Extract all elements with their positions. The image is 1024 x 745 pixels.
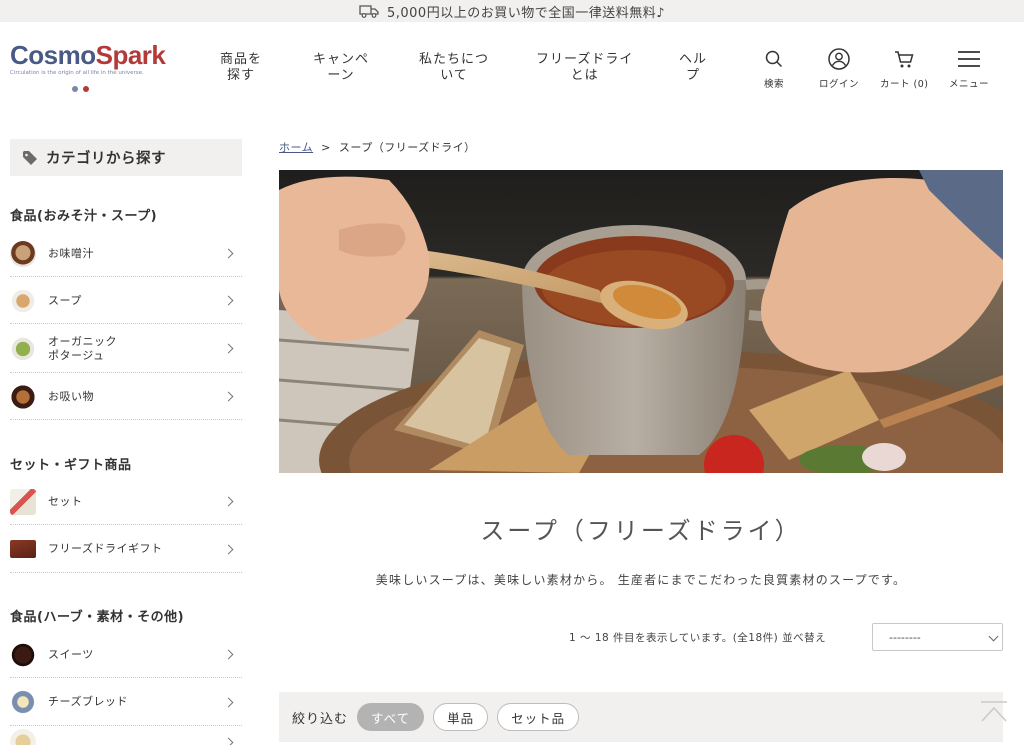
nav-freeze-dry[interactable]: フリーズドライ とは bbox=[536, 52, 633, 84]
menu-button[interactable]: メニュー bbox=[949, 48, 989, 90]
chevron-up-icon bbox=[981, 701, 1007, 722]
cheese-bread-thumbnail bbox=[10, 689, 36, 715]
chevron-right-icon bbox=[223, 544, 234, 554]
sidebar-item-next[interactable] bbox=[10, 727, 242, 745]
filter-bar: 絞り込む すべて 単品 セット品 bbox=[279, 692, 1003, 742]
sidebar-item-freeze-dry-gift[interactable]: フリーズドライギフト bbox=[10, 526, 242, 573]
sidebar-item-clear-soup[interactable]: お吸い物 bbox=[10, 374, 242, 420]
chevron-right-icon bbox=[223, 391, 234, 402]
user-icon bbox=[828, 48, 850, 70]
chevron-right-icon bbox=[223, 496, 234, 507]
nav-products[interactable]: 商品を 探す bbox=[220, 52, 262, 84]
sweets-thumbnail bbox=[10, 641, 36, 668]
result-count-and-sort-label: 1 ～ 18 件目を表示しています。(全18件) 並べ替え bbox=[569, 632, 827, 644]
category-description: 美味しいスープは、美味しい素材から。 生産者にまでこだわった良質素材のスープです… bbox=[375, 573, 907, 587]
tag-icon bbox=[23, 150, 37, 165]
category-sidebar: カテゴリから探す 食品(おみそ汁・スープ) お味噌汁 スープ オーガニック ポター… bbox=[10, 139, 242, 745]
chevron-right-icon bbox=[223, 343, 234, 354]
site-logo[interactable]: CosmoSpark Circulation is the origin of … bbox=[10, 40, 166, 92]
set-thumbnail bbox=[10, 488, 36, 515]
logo-dots bbox=[72, 86, 160, 92]
category-heading: カテゴリから探す bbox=[10, 139, 242, 176]
hero-soup-photo bbox=[279, 170, 1003, 473]
filter-set-button[interactable]: セット品 bbox=[497, 703, 580, 731]
chevron-right-icon bbox=[223, 697, 234, 707]
truck-icon bbox=[359, 3, 379, 19]
nav-help[interactable]: ヘルプ bbox=[679, 52, 707, 84]
chevron-right-icon bbox=[223, 737, 234, 745]
item-thumbnail bbox=[10, 729, 36, 745]
main-content: ホーム > スープ（フリーズドライ） スープ（フリーズドライ） 美味しいスープは… bbox=[279, 139, 1003, 742]
category-group-title: 食品(ハーブ・素材・その他) bbox=[10, 610, 185, 625]
gift-box-thumbnail bbox=[10, 540, 36, 558]
hamburger-icon bbox=[958, 51, 980, 67]
page-title: スープ（フリーズドライ） bbox=[480, 517, 802, 545]
chevron-right-icon bbox=[223, 248, 234, 259]
chevron-down-icon bbox=[988, 631, 999, 642]
category-group-title: 食品(おみそ汁・スープ) bbox=[10, 209, 158, 224]
search-button[interactable]: 検索 bbox=[763, 48, 785, 90]
logo-tagline: Circulation is the origin of all life in… bbox=[10, 70, 144, 76]
site-header: CosmoSpark Circulation is the origin of … bbox=[0, 22, 1024, 117]
breadcrumb: ホーム > スープ（フリーズドライ） bbox=[279, 141, 476, 154]
free-shipping-banner: 5,000円以上のお買い物で全国一律送料無料♪ bbox=[0, 0, 1024, 22]
miso-soup-thumbnail bbox=[10, 240, 36, 267]
filter-all-button[interactable]: すべて bbox=[357, 703, 425, 731]
cart-icon bbox=[895, 51, 914, 68]
sidebar-item-organic-potage[interactable]: オーガニック ポタージュ bbox=[10, 325, 242, 373]
login-button[interactable]: ログイン bbox=[819, 48, 859, 90]
back-to-top-button[interactable] bbox=[979, 700, 1009, 724]
breadcrumb-home-link[interactable]: ホーム bbox=[279, 141, 313, 154]
breadcrumb-current: スープ（フリーズドライ） bbox=[338, 141, 476, 154]
search-icon bbox=[765, 50, 783, 68]
filter-label: 絞り込む bbox=[292, 711, 349, 727]
sidebar-item-set[interactable]: セット bbox=[10, 479, 242, 525]
nav-campaign[interactable]: キャンペ ーン bbox=[313, 52, 369, 84]
potage-thumbnail bbox=[10, 335, 36, 362]
nav-about-us[interactable]: 私たちにつ いて bbox=[419, 52, 489, 84]
sidebar-item-cheese-bread[interactable]: チーズブレッド bbox=[10, 679, 242, 726]
chevron-right-icon bbox=[223, 295, 234, 306]
cart-button[interactable]: カート (0) bbox=[880, 48, 928, 90]
clear-soup-thumbnail bbox=[10, 383, 36, 410]
sidebar-item-sweets[interactable]: スイーツ bbox=[10, 632, 242, 678]
sidebar-item-soup[interactable]: スープ bbox=[10, 278, 242, 324]
chevron-right-icon bbox=[223, 649, 234, 660]
free-shipping-text: 5,000円以上のお買い物で全国一律送料無料♪ bbox=[386, 5, 665, 21]
sidebar-item-miso-soup[interactable]: お味噌汁 bbox=[10, 231, 242, 277]
soup-thumbnail bbox=[10, 287, 36, 314]
category-group-title: セット・ギフト商品 bbox=[10, 458, 132, 473]
sort-select[interactable]: -------- bbox=[872, 623, 1003, 651]
filter-single-button[interactable]: 単品 bbox=[433, 703, 489, 731]
